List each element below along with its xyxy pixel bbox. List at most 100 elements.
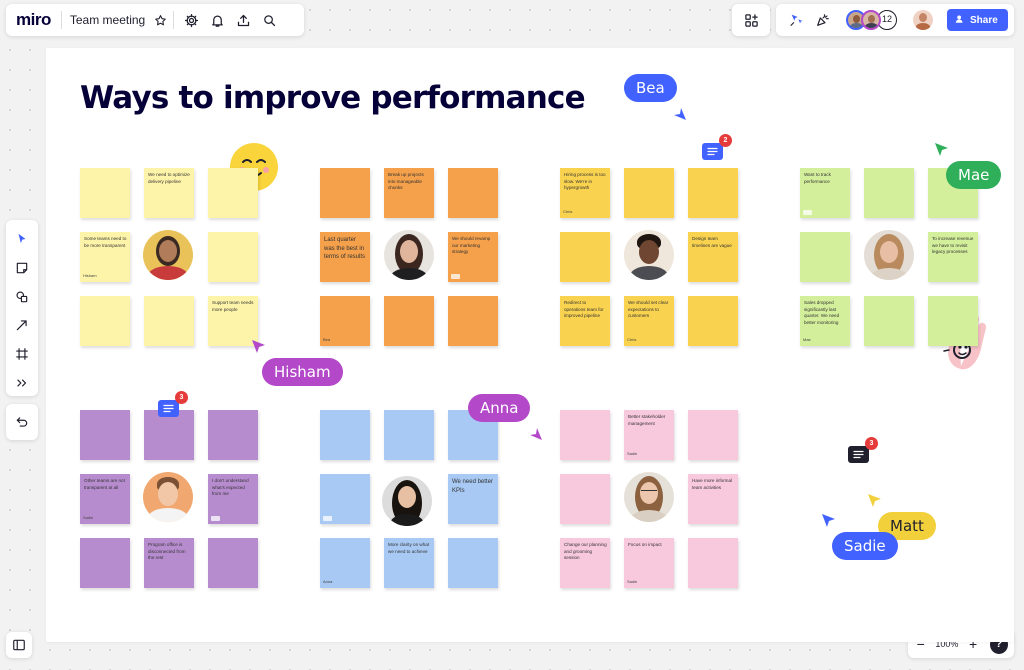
sticky-note[interactable]: Last quarter was the best in terms of re… <box>320 232 370 282</box>
participant-photo-woman-smiling[interactable] <box>143 230 193 280</box>
apps-icon[interactable] <box>738 7 764 33</box>
sticky-note[interactable] <box>320 168 370 218</box>
arrow-line-icon[interactable] <box>9 312 35 338</box>
sticky-note[interactable]: We need to optimize delivery pipeline <box>144 168 194 218</box>
sticky-note-tag <box>803 210 812 215</box>
sticky-note[interactable] <box>80 168 130 218</box>
more-tools-icon[interactable] <box>9 370 35 396</box>
comment-marker[interactable]: 3 <box>158 391 188 417</box>
sticky-note-text: To increase revenue we have to revisit l… <box>932 236 974 255</box>
sticky-note[interactable]: We should revamp our marketing strategy <box>448 232 498 282</box>
sticky-note[interactable] <box>208 168 258 218</box>
comment-marker[interactable]: 2 <box>702 134 732 160</box>
sticky-note[interactable] <box>688 538 738 588</box>
sticky-note[interactable] <box>688 410 738 460</box>
sticky-note-author: Chris <box>627 337 637 343</box>
sticky-note-text: Break up projects into manageable chunks <box>388 172 424 191</box>
sticky-note-text: Have more informal team activities <box>692 478 733 490</box>
sticky-note[interactable] <box>560 232 610 282</box>
sticky-note[interactable] <box>144 410 194 460</box>
sticky-note[interactable]: I don't understand what's expected from … <box>208 474 258 524</box>
bell-icon[interactable] <box>204 7 230 33</box>
sticky-note[interactable]: Better stakeholder management Sadie <box>624 410 674 460</box>
sticky-note[interactable]: Hiring process is too slow. We're in hyp… <box>560 168 610 218</box>
my-avatar[interactable] <box>913 10 933 30</box>
collaborator-avatars[interactable]: 12 <box>846 10 897 30</box>
select-cursor-icon[interactable] <box>9 226 35 252</box>
sticky-note[interactable]: Change our planning and grooming session <box>560 538 610 588</box>
miro-logo[interactable]: miro <box>16 10 51 30</box>
participant-photo-woman-dark-hair[interactable] <box>384 230 434 280</box>
sticky-note[interactable] <box>384 296 434 346</box>
search-icon[interactable] <box>256 7 282 33</box>
sticky-note[interactable] <box>208 538 258 588</box>
cursor-arrow-icon <box>868 494 881 507</box>
participant-photo-woman-blonde[interactable] <box>864 230 914 280</box>
sticky-note[interactable]: We need better KPIs <box>448 474 498 524</box>
sticky-note[interactable]: Redirect to operations team for improved… <box>560 296 610 346</box>
sticky-note[interactable] <box>448 538 498 588</box>
sticky-note[interactable]: Some teams need to be more transparent Hi… <box>80 232 130 282</box>
sticky-note[interactable]: Anna <box>320 538 370 588</box>
sticky-note[interactable]: More clarity on what we need to achieve <box>384 538 434 588</box>
sticky-note[interactable] <box>80 296 130 346</box>
sticky-note[interactable]: Bea <box>320 296 370 346</box>
avatar[interactable] <box>861 10 881 30</box>
share-label: Share <box>970 14 998 26</box>
comment-count-badge: 3 <box>175 391 188 404</box>
sticky-note[interactable]: Want to track performance <box>800 168 850 218</box>
frame-icon[interactable] <box>9 341 35 367</box>
board-title[interactable]: Ways to improve performance <box>80 80 586 116</box>
share-button[interactable]: Share <box>947 9 1008 31</box>
sticky-note[interactable]: To increase revenue we have to revisit l… <box>928 232 978 282</box>
sticky-note[interactable] <box>448 296 498 346</box>
sticky-note[interactable]: We should set clear expectations to cust… <box>624 296 674 346</box>
sticky-note[interactable]: Design team timelines are vague <box>688 232 738 282</box>
sticky-note[interactable] <box>208 232 258 282</box>
sticky-note[interactable] <box>208 410 258 460</box>
sticky-note-icon[interactable] <box>9 255 35 281</box>
sticky-note[interactable]: Have more informal team activities <box>688 474 738 524</box>
sticky-note[interactable] <box>80 410 130 460</box>
sticky-note[interactable] <box>144 296 194 346</box>
sticky-note-text: Redirect to operations team for improved… <box>564 300 604 319</box>
participant-photo-woman-glasses[interactable] <box>624 472 674 522</box>
sticky-note[interactable]: Other teams are not transparent at all Sa… <box>80 474 130 524</box>
reactions-icon[interactable] <box>810 7 836 33</box>
comment-marker[interactable]: 3 <box>848 437 878 463</box>
sticky-note[interactable] <box>560 474 610 524</box>
sticky-note[interactable] <box>688 168 738 218</box>
participant-photo-woman-long-hair[interactable] <box>382 476 432 526</box>
sticky-note[interactable]: Sales dropped significantly last quarter… <box>800 296 850 346</box>
sticky-note[interactable] <box>320 410 370 460</box>
upload-icon[interactable] <box>230 7 256 33</box>
sticky-note[interactable] <box>624 168 674 218</box>
star-icon[interactable] <box>151 7 169 33</box>
sticky-note[interactable] <box>560 410 610 460</box>
sticky-note[interactable] <box>864 168 914 218</box>
cursor-arrow-icon <box>935 143 948 156</box>
participant-photo-man-curly-hair[interactable] <box>624 230 674 280</box>
cursors-icon[interactable] <box>784 7 810 33</box>
sticky-note[interactable]: Break up projects into manageable chunks <box>384 168 434 218</box>
sticky-note[interactable] <box>864 296 914 346</box>
gear-icon[interactable] <box>178 7 204 33</box>
sidebar-toggle-panel <box>6 632 32 658</box>
sticky-note[interactable] <box>448 168 498 218</box>
board-header-panel: miro Team meeting <box>6 4 304 36</box>
sticky-note[interactable] <box>688 296 738 346</box>
sticky-note[interactable] <box>320 474 370 524</box>
board-name[interactable]: Team meeting <box>70 13 145 27</box>
sticky-note[interactable] <box>928 296 978 346</box>
sticky-note[interactable] <box>800 232 850 282</box>
shapes-icon[interactable] <box>9 284 35 310</box>
collaboration-panel: 12 Share <box>776 4 1014 36</box>
undo-icon[interactable] <box>9 409 35 435</box>
board-canvas[interactable]: Ways to improve performance We need to o… <box>46 48 1014 642</box>
sticky-note[interactable]: Focus on impact Sadie <box>624 538 674 588</box>
sticky-note[interactable] <box>80 538 130 588</box>
sticky-note[interactable] <box>384 410 434 460</box>
participant-photo-man-smiling[interactable] <box>143 472 193 522</box>
sticky-note[interactable]: Program office is disconnected from the … <box>144 538 194 588</box>
sidebar-toggle-icon[interactable] <box>6 632 32 658</box>
